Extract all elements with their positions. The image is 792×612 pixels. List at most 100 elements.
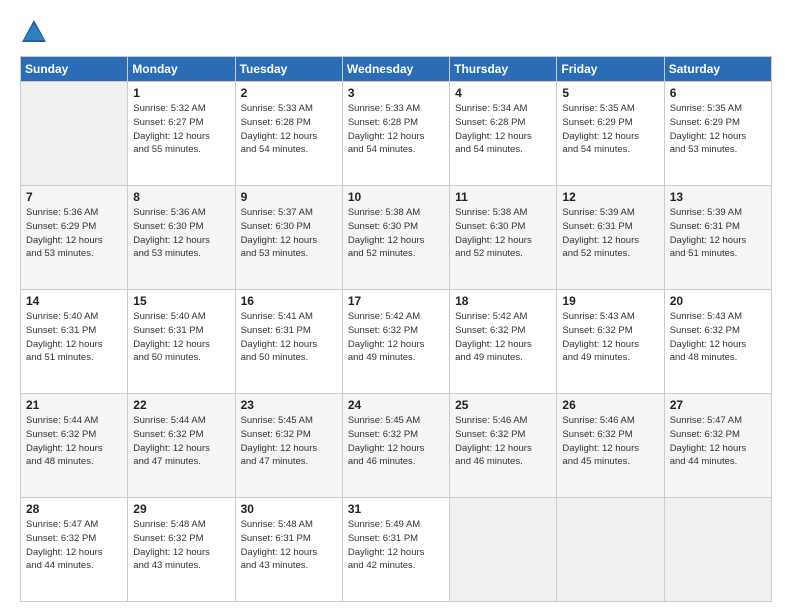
day-number: 6	[670, 86, 766, 100]
calendar-cell: 10 Sunrise: 5:38 AM Sunset: 6:30 PM Dayli…	[342, 186, 449, 290]
day-number: 28	[26, 502, 122, 516]
logo	[20, 18, 52, 46]
day-number: 1	[133, 86, 229, 100]
calendar-cell: 28 Sunrise: 5:47 AM Sunset: 6:32 PM Dayli…	[21, 498, 128, 602]
day-number: 9	[241, 190, 337, 204]
day-info: Sunrise: 5:41 AM Sunset: 6:31 PM Dayligh…	[241, 310, 337, 365]
day-number: 30	[241, 502, 337, 516]
day-info: Sunrise: 5:33 AM Sunset: 6:28 PM Dayligh…	[241, 102, 337, 157]
day-number: 22	[133, 398, 229, 412]
day-info: Sunrise: 5:39 AM Sunset: 6:31 PM Dayligh…	[562, 206, 658, 261]
day-info: Sunrise: 5:44 AM Sunset: 6:32 PM Dayligh…	[133, 414, 229, 469]
calendar-cell: 1 Sunrise: 5:32 AM Sunset: 6:27 PM Daylig…	[128, 82, 235, 186]
week-row-5: 28 Sunrise: 5:47 AM Sunset: 6:32 PM Dayli…	[21, 498, 772, 602]
calendar-cell: 12 Sunrise: 5:39 AM Sunset: 6:31 PM Dayli…	[557, 186, 664, 290]
calendar-cell	[450, 498, 557, 602]
day-number: 14	[26, 294, 122, 308]
day-number: 16	[241, 294, 337, 308]
calendar-cell: 6Sunrise: 5:35 AM Sunset: 6:29 PM Daylig…	[664, 82, 771, 186]
calendar-cell: 9 Sunrise: 5:37 AM Sunset: 6:30 PM Daylig…	[235, 186, 342, 290]
calendar-cell: 23Sunrise: 5:45 AM Sunset: 6:32 PM Dayli…	[235, 394, 342, 498]
day-number: 17	[348, 294, 444, 308]
calendar-cell: 21Sunrise: 5:44 AM Sunset: 6:32 PM Dayli…	[21, 394, 128, 498]
day-number: 31	[348, 502, 444, 516]
calendar-cell: 29 Sunrise: 5:48 AM Sunset: 6:32 PM Dayli…	[128, 498, 235, 602]
calendar-cell: 8 Sunrise: 5:36 AM Sunset: 6:30 PM Daylig…	[128, 186, 235, 290]
day-info: Sunrise: 5:32 AM Sunset: 6:27 PM Dayligh…	[133, 102, 229, 157]
day-number: 29	[133, 502, 229, 516]
day-info: Sunrise: 5:46 AM Sunset: 6:32 PM Dayligh…	[562, 414, 658, 469]
week-row-2: 7 Sunrise: 5:36 AM Sunset: 6:29 PM Daylig…	[21, 186, 772, 290]
col-header-sunday: Sunday	[21, 57, 128, 82]
day-number: 24	[348, 398, 444, 412]
day-info: Sunrise: 5:45 AM Sunset: 6:32 PM Dayligh…	[348, 414, 444, 469]
day-info: Sunrise: 5:43 AM Sunset: 6:32 PM Dayligh…	[562, 310, 658, 365]
day-info: Sunrise: 5:47 AM Sunset: 6:32 PM Dayligh…	[26, 518, 122, 573]
day-number: 18	[455, 294, 551, 308]
calendar-cell: 3 Sunrise: 5:33 AM Sunset: 6:28 PM Daylig…	[342, 82, 449, 186]
day-number: 15	[133, 294, 229, 308]
day-info: Sunrise: 5:38 AM Sunset: 6:30 PM Dayligh…	[348, 206, 444, 261]
calendar-cell: 17 Sunrise: 5:42 AM Sunset: 6:32 PM Dayli…	[342, 290, 449, 394]
day-info: Sunrise: 5:42 AM Sunset: 6:32 PM Dayligh…	[455, 310, 551, 365]
page: SundayMondayTuesdayWednesdayThursdayFrid…	[0, 0, 792, 612]
week-row-1: 1 Sunrise: 5:32 AM Sunset: 6:27 PM Daylig…	[21, 82, 772, 186]
day-info: Sunrise: 5:39 AM Sunset: 6:31 PM Dayligh…	[670, 206, 766, 261]
day-info: Sunrise: 5:33 AM Sunset: 6:28 PM Dayligh…	[348, 102, 444, 157]
day-number: 23	[241, 398, 337, 412]
calendar-cell: 18 Sunrise: 5:42 AM Sunset: 6:32 PM Dayli…	[450, 290, 557, 394]
day-number: 10	[348, 190, 444, 204]
calendar-cell: 30 Sunrise: 5:48 AM Sunset: 6:31 PM Dayli…	[235, 498, 342, 602]
day-info: Sunrise: 5:42 AM Sunset: 6:32 PM Dayligh…	[348, 310, 444, 365]
calendar-cell: 14Sunrise: 5:40 AM Sunset: 6:31 PM Dayli…	[21, 290, 128, 394]
col-header-monday: Monday	[128, 57, 235, 82]
calendar-cell: 26 Sunrise: 5:46 AM Sunset: 6:32 PM Dayli…	[557, 394, 664, 498]
calendar-cell: 13 Sunrise: 5:39 AM Sunset: 6:31 PM Dayli…	[664, 186, 771, 290]
day-number: 8	[133, 190, 229, 204]
calendar-header-row: SundayMondayTuesdayWednesdayThursdayFrid…	[21, 57, 772, 82]
col-header-friday: Friday	[557, 57, 664, 82]
calendar-cell	[557, 498, 664, 602]
day-number: 25	[455, 398, 551, 412]
calendar-cell: 16 Sunrise: 5:41 AM Sunset: 6:31 PM Dayli…	[235, 290, 342, 394]
calendar-table: SundayMondayTuesdayWednesdayThursdayFrid…	[20, 56, 772, 602]
day-info: Sunrise: 5:35 AM Sunset: 6:29 PM Dayligh…	[562, 102, 658, 157]
day-number: 12	[562, 190, 658, 204]
calendar-cell: 5 Sunrise: 5:35 AM Sunset: 6:29 PM Daylig…	[557, 82, 664, 186]
day-number: 20	[670, 294, 766, 308]
day-info: Sunrise: 5:47 AM Sunset: 6:32 PM Dayligh…	[670, 414, 766, 469]
calendar-cell	[664, 498, 771, 602]
col-header-wednesday: Wednesday	[342, 57, 449, 82]
day-number: 7	[26, 190, 122, 204]
day-number: 3	[348, 86, 444, 100]
calendar-cell	[21, 82, 128, 186]
calendar-cell: 15 Sunrise: 5:40 AM Sunset: 6:31 PM Dayli…	[128, 290, 235, 394]
day-info: Sunrise: 5:48 AM Sunset: 6:31 PM Dayligh…	[241, 518, 337, 573]
day-number: 26	[562, 398, 658, 412]
day-info: Sunrise: 5:48 AM Sunset: 6:32 PM Dayligh…	[133, 518, 229, 573]
day-info: Sunrise: 5:37 AM Sunset: 6:30 PM Dayligh…	[241, 206, 337, 261]
day-info: Sunrise: 5:34 AM Sunset: 6:28 PM Dayligh…	[455, 102, 551, 157]
day-info: Sunrise: 5:43 AM Sunset: 6:32 PM Dayligh…	[670, 310, 766, 365]
day-info: Sunrise: 5:38 AM Sunset: 6:30 PM Dayligh…	[455, 206, 551, 261]
header	[20, 18, 772, 46]
day-info: Sunrise: 5:49 AM Sunset: 6:31 PM Dayligh…	[348, 518, 444, 573]
calendar-cell: 25Sunrise: 5:46 AM Sunset: 6:32 PM Dayli…	[450, 394, 557, 498]
day-number: 13	[670, 190, 766, 204]
day-info: Sunrise: 5:36 AM Sunset: 6:29 PM Dayligh…	[26, 206, 122, 261]
day-info: Sunrise: 5:40 AM Sunset: 6:31 PM Dayligh…	[133, 310, 229, 365]
week-row-3: 14 Sunrise: 5:40 AM Sunset: 6:31 PM Dayli…	[21, 290, 772, 394]
day-number: 5	[562, 86, 658, 100]
calendar-cell: 19Sunrise: 5:43 AM Sunset: 6:32 PM Dayli…	[557, 290, 664, 394]
week-row-4: 21 Sunrise: 5:44 AM Sunset: 6:32 PM Dayli…	[21, 394, 772, 498]
calendar-cell: 4Sunrise: 5:34 AM Sunset: 6:28 PM Daylig…	[450, 82, 557, 186]
calendar-cell: 11 Sunrise: 5:38 AM Sunset: 6:30 PM Dayli…	[450, 186, 557, 290]
calendar-cell: 22 Sunrise: 5:44 AM Sunset: 6:32 PM Dayli…	[128, 394, 235, 498]
day-number: 11	[455, 190, 551, 204]
day-info: Sunrise: 5:36 AM Sunset: 6:30 PM Dayligh…	[133, 206, 229, 261]
calendar-cell: 20 Sunrise: 5:43 AM Sunset: 6:32 PM Dayli…	[664, 290, 771, 394]
day-number: 2	[241, 86, 337, 100]
day-number: 27	[670, 398, 766, 412]
day-number: 21	[26, 398, 122, 412]
calendar-cell: 7 Sunrise: 5:36 AM Sunset: 6:29 PM Daylig…	[21, 186, 128, 290]
